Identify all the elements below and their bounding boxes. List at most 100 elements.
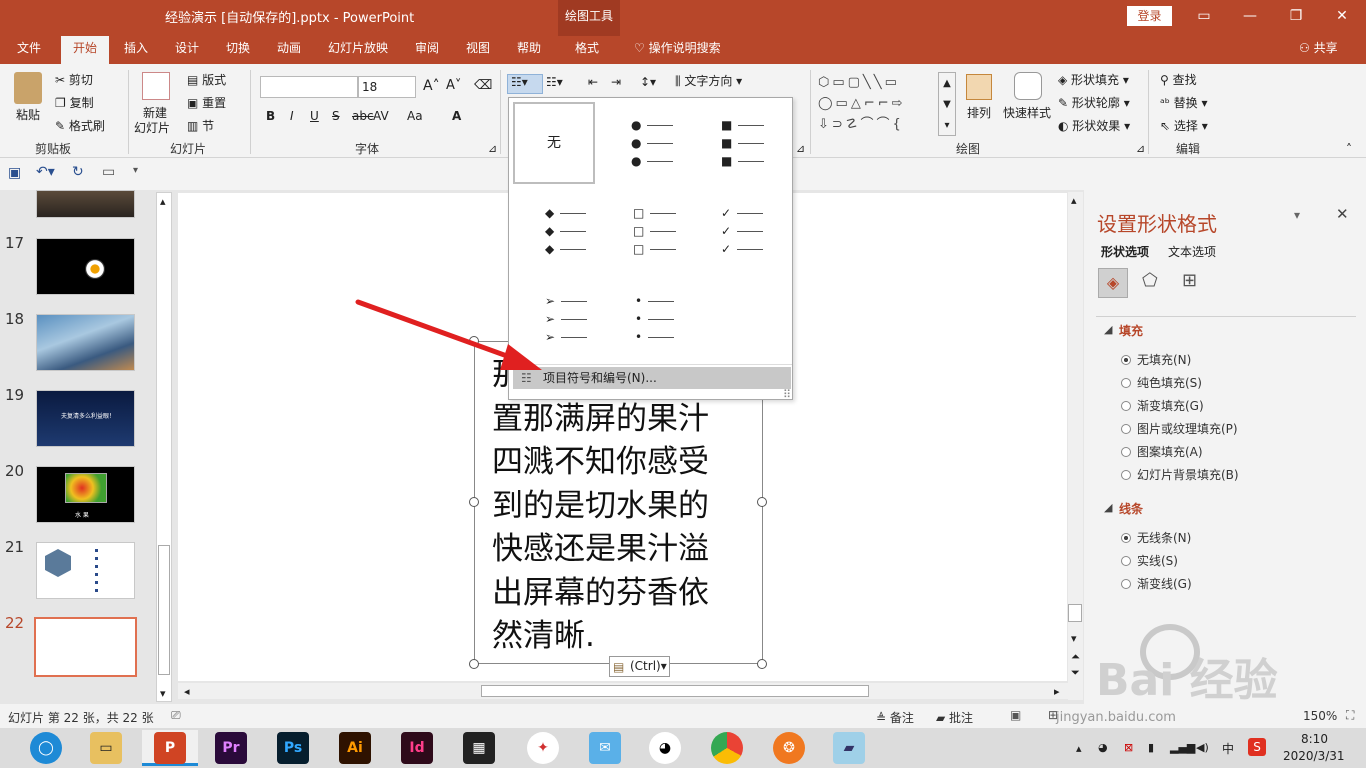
qq-icon[interactable]: ◕ (649, 732, 681, 764)
slide-thumbnail-17[interactable] (36, 238, 135, 295)
ime-indicator[interactable]: 中 (1222, 740, 1234, 757)
resize-grip-icon[interactable]: ⠿ (783, 388, 791, 401)
arrange-button[interactable]: 排列 (967, 104, 991, 121)
paste-button[interactable]: 粘贴 (16, 106, 40, 123)
next-slide-icon[interactable]: ⏷ (1071, 666, 1080, 680)
chat-bird-icon[interactable]: ✉ (589, 732, 621, 764)
bullet-option-diamond[interactable]: ◆ ◆ ◆ (513, 190, 595, 272)
increase-font-icon[interactable]: A˄ (423, 78, 440, 94)
notes-button[interactable]: ≜ 备注 (876, 709, 914, 726)
paste-options-button[interactable]: ▤ (Ctrl)▾ (609, 656, 670, 677)
char-spacing-button[interactable]: AV (373, 109, 389, 123)
radio-pattern-fill[interactable]: 图案填充(A) (1121, 443, 1203, 460)
chrome-icon[interactable] (711, 732, 743, 764)
collapse-fill-icon[interactable]: ◢ (1104, 323, 1112, 336)
browser-icon[interactable]: ◯ (30, 732, 62, 764)
illustrator-icon[interactable]: Ai (339, 732, 371, 764)
bullet-option-checkmark[interactable]: ✓ ✓ ✓ (689, 190, 771, 272)
italic-button[interactable]: I (290, 109, 294, 123)
clear-format-icon[interactable]: ⌫ (474, 78, 492, 93)
tab-view[interactable]: 视图 (466, 36, 490, 64)
font-dialog-launcher-icon[interactable]: ⊿ (488, 142, 497, 155)
scroll-down-icon[interactable]: ▾ (160, 687, 166, 700)
spell-check-icon[interactable]: ⎚ (171, 708, 181, 723)
radio-background-fill[interactable]: 幻灯片背景填充(B) (1121, 466, 1239, 483)
tab-help[interactable]: 帮助 (517, 36, 541, 64)
tray-qq-icon[interactable]: ◕ (1098, 741, 1108, 754)
scroll-thumb[interactable] (1068, 604, 1082, 622)
font-color-icon[interactable]: A (452, 109, 461, 123)
minimize-icon[interactable]: — (1235, 4, 1265, 28)
comments-button[interactable]: ▰ 批注 (936, 709, 973, 726)
scroll-thumb[interactable] (481, 685, 869, 697)
radio-no-line[interactable]: 无线条(N) (1121, 529, 1191, 546)
pinwheel-icon[interactable]: ✦ (527, 732, 559, 764)
zoom-level[interactable]: 150% (1303, 709, 1337, 723)
powerpoint-taskbar-active[interactable]: P (142, 730, 198, 766)
effects-pentagon-icon[interactable]: ⬠ (1142, 270, 1158, 291)
pane-options-icon[interactable]: ▾ (1294, 208, 1300, 222)
tab-animations[interactable]: 动画 (277, 36, 301, 64)
slide-horizontal-scrollbar[interactable]: ◂ ▸ (178, 683, 1068, 699)
login-button[interactable]: 登录 (1127, 6, 1172, 26)
radio-solid-line[interactable]: 实线(S) (1121, 552, 1178, 569)
scroll-left-icon[interactable]: ◂ (184, 685, 190, 698)
paste-icon[interactable] (14, 72, 42, 104)
copy-button[interactable]: ❐ 复制 (55, 94, 94, 111)
section-button[interactable]: ▥ 节 (187, 117, 214, 134)
tab-home[interactable]: 开始 (61, 36, 110, 64)
slide-thumbnail-16[interactable] (36, 190, 135, 218)
resize-handle[interactable] (469, 659, 479, 669)
new-slide-icon[interactable] (142, 72, 170, 100)
shadow-button[interactable]: S (332, 109, 340, 123)
resize-handle[interactable] (757, 497, 767, 507)
fill-line-icon[interactable]: ◈ (1098, 268, 1128, 298)
decrease-indent-icon[interactable]: ⇤ (588, 75, 598, 89)
radio-no-fill[interactable]: 无填充(N) (1121, 351, 1191, 368)
strikethrough-icon[interactable]: abc (352, 109, 374, 123)
select-button[interactable]: ⇖ 选择 ▾ (1160, 117, 1208, 134)
line-spacing-icon[interactable]: ↕▾ (640, 75, 656, 89)
bullet-option-none[interactable]: 无 (513, 102, 595, 184)
premiere-icon[interactable]: Pr (215, 732, 247, 764)
slide-thumbnail-22-selected[interactable] (34, 617, 137, 677)
shape-outline-button[interactable]: ✎ 形状轮廓 ▾ (1058, 94, 1130, 111)
drawing-dialog-launcher-icon[interactable]: ⊿ (1136, 142, 1145, 155)
fill-section-header[interactable]: 填充 (1119, 322, 1143, 339)
radio-solid-fill[interactable]: 纯色填充(S) (1121, 374, 1202, 391)
start-slideshow-icon[interactable]: ▭ (102, 164, 115, 180)
new-slide-label-2[interactable]: 幻灯片 (134, 119, 170, 136)
scroll-right-icon[interactable]: ▸ (1054, 685, 1060, 698)
photoshop-icon[interactable]: Ps (277, 732, 309, 764)
tab-file[interactable]: 文件 (17, 36, 41, 64)
tab-text-options[interactable]: 文本选项 (1168, 243, 1216, 260)
file-explorer-icon[interactable]: ▭ (90, 732, 122, 764)
resize-handle[interactable] (469, 497, 479, 507)
slide-thumbnail-21[interactable] (36, 542, 135, 599)
text-direction-button[interactable]: ⫼ 文字方向 ▾ (675, 72, 742, 89)
undo-icon[interactable]: ↶▾ (36, 164, 55, 180)
scroll-thumb[interactable] (158, 545, 170, 675)
video-editor-icon[interactable]: ▦ (463, 732, 495, 764)
collapse-line-icon[interactable]: ◢ (1104, 501, 1112, 514)
shape-effects-button[interactable]: ◐ 形状效果 ▾ (1058, 117, 1130, 134)
tab-insert[interactable]: 插入 (124, 36, 148, 64)
tray-wifi-icon[interactable]: ▂▄▆ (1170, 741, 1195, 754)
tab-shape-options[interactable]: 形状选项 (1101, 243, 1149, 260)
tab-slideshow[interactable]: 幻灯片放映 (328, 36, 388, 64)
slide-thumbnail-18[interactable] (36, 314, 135, 371)
notes-app-icon[interactable]: ▰ (833, 732, 865, 764)
tell-me-search[interactable]: ♡ 操作说明搜索 (634, 36, 721, 64)
quick-styles-button[interactable]: 快速样式 (1003, 104, 1051, 121)
tab-format[interactable]: 格式 (575, 36, 599, 64)
reset-button[interactable]: ▣ 重置 (187, 94, 226, 111)
tab-review[interactable]: 审阅 (415, 36, 439, 64)
replace-button[interactable]: ᵃᵇ 替换 ▾ (1160, 94, 1208, 111)
resize-handle[interactable] (757, 659, 767, 669)
numbering-icon[interactable]: ☷▾ (546, 75, 563, 89)
normal-view-icon[interactable]: ▣ (1010, 708, 1021, 722)
bullet-option-filled-square[interactable]: ■ ■ ■ (689, 102, 771, 184)
close-pane-icon[interactable]: ✕ (1336, 205, 1349, 223)
customize-qat-icon[interactable]: ▾ (133, 165, 138, 176)
scroll-up-icon[interactable]: ▴ (160, 195, 166, 208)
